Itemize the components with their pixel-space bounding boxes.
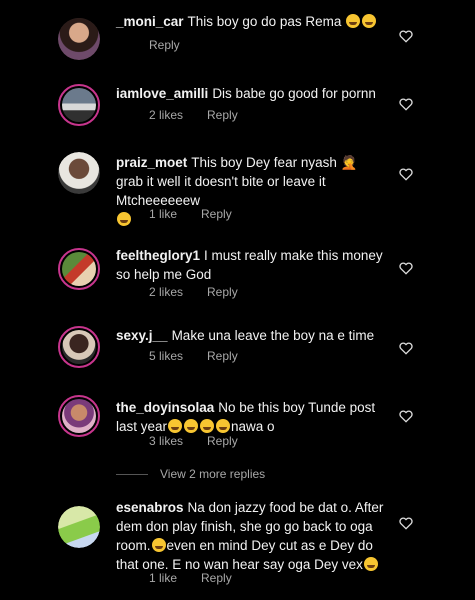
avatar[interactable] xyxy=(58,395,100,437)
comment-text-tail: nawa o xyxy=(231,419,275,434)
comment-username[interactable]: esenabros xyxy=(116,500,184,515)
avatar[interactable] xyxy=(58,326,100,368)
reply-button[interactable]: Reply xyxy=(149,38,180,52)
reply-button[interactable]: Reply xyxy=(207,108,238,122)
frowning-emoji xyxy=(117,212,131,226)
comment-text: Make una leave the boy na e time xyxy=(171,328,375,343)
comment-username[interactable]: sexy.j__ xyxy=(116,328,168,343)
laughing-emoji xyxy=(184,419,199,433)
laughing-emoji xyxy=(168,419,183,433)
comment-username[interactable]: praiz_moet xyxy=(116,155,187,170)
view-more-label: View 2 more replies xyxy=(160,467,266,481)
comment-username[interactable]: _moni_car xyxy=(116,14,184,29)
avatar[interactable] xyxy=(58,248,100,290)
reply-button[interactable]: Reply xyxy=(201,207,232,221)
laughing-emoji xyxy=(346,14,361,28)
likes-count[interactable]: 2 likes xyxy=(149,285,183,299)
laughing-emoji xyxy=(362,14,377,28)
reply-button[interactable]: Reply xyxy=(207,349,238,363)
likes-count[interactable]: 1 like xyxy=(149,207,177,221)
avatar[interactable] xyxy=(58,152,100,194)
reply-button[interactable]: Reply xyxy=(207,434,238,448)
heart-icon[interactable] xyxy=(398,340,414,356)
view-more-replies[interactable]: View 2 more replies xyxy=(116,467,265,481)
heart-icon[interactable] xyxy=(398,96,414,112)
heart-icon[interactable] xyxy=(398,260,414,276)
heart-icon[interactable] xyxy=(398,515,414,531)
laughing-emoji xyxy=(363,557,378,571)
divider-line xyxy=(116,474,148,476)
comment-username[interactable]: iamlove_amilli xyxy=(116,86,208,101)
likes-count[interactable]: 3 likes xyxy=(149,434,183,448)
laughing-emoji xyxy=(200,419,215,433)
heart-icon[interactable] xyxy=(398,166,414,182)
comment-username[interactable]: feeltheglory1 xyxy=(116,248,200,263)
avatar[interactable] xyxy=(58,506,100,548)
reply-button[interactable]: Reply xyxy=(201,571,232,585)
comment-username[interactable]: the_doyinsolaa xyxy=(116,400,214,415)
laughing-emoji xyxy=(216,419,231,433)
avatar[interactable] xyxy=(58,18,100,60)
heart-icon[interactable] xyxy=(398,408,414,424)
laughing-emoji xyxy=(151,538,166,552)
comment-text: This boy go do pas Rema xyxy=(187,14,342,29)
likes-count[interactable]: 2 likes xyxy=(149,108,183,122)
likes-count[interactable]: 1 like xyxy=(149,571,177,585)
reply-button[interactable]: Reply xyxy=(207,285,238,299)
avatar[interactable] xyxy=(58,84,100,126)
comment-text: Dis babe go good for pornn xyxy=(212,86,376,101)
heart-icon[interactable] xyxy=(398,28,414,44)
likes-count[interactable]: 5 likes xyxy=(149,349,183,363)
